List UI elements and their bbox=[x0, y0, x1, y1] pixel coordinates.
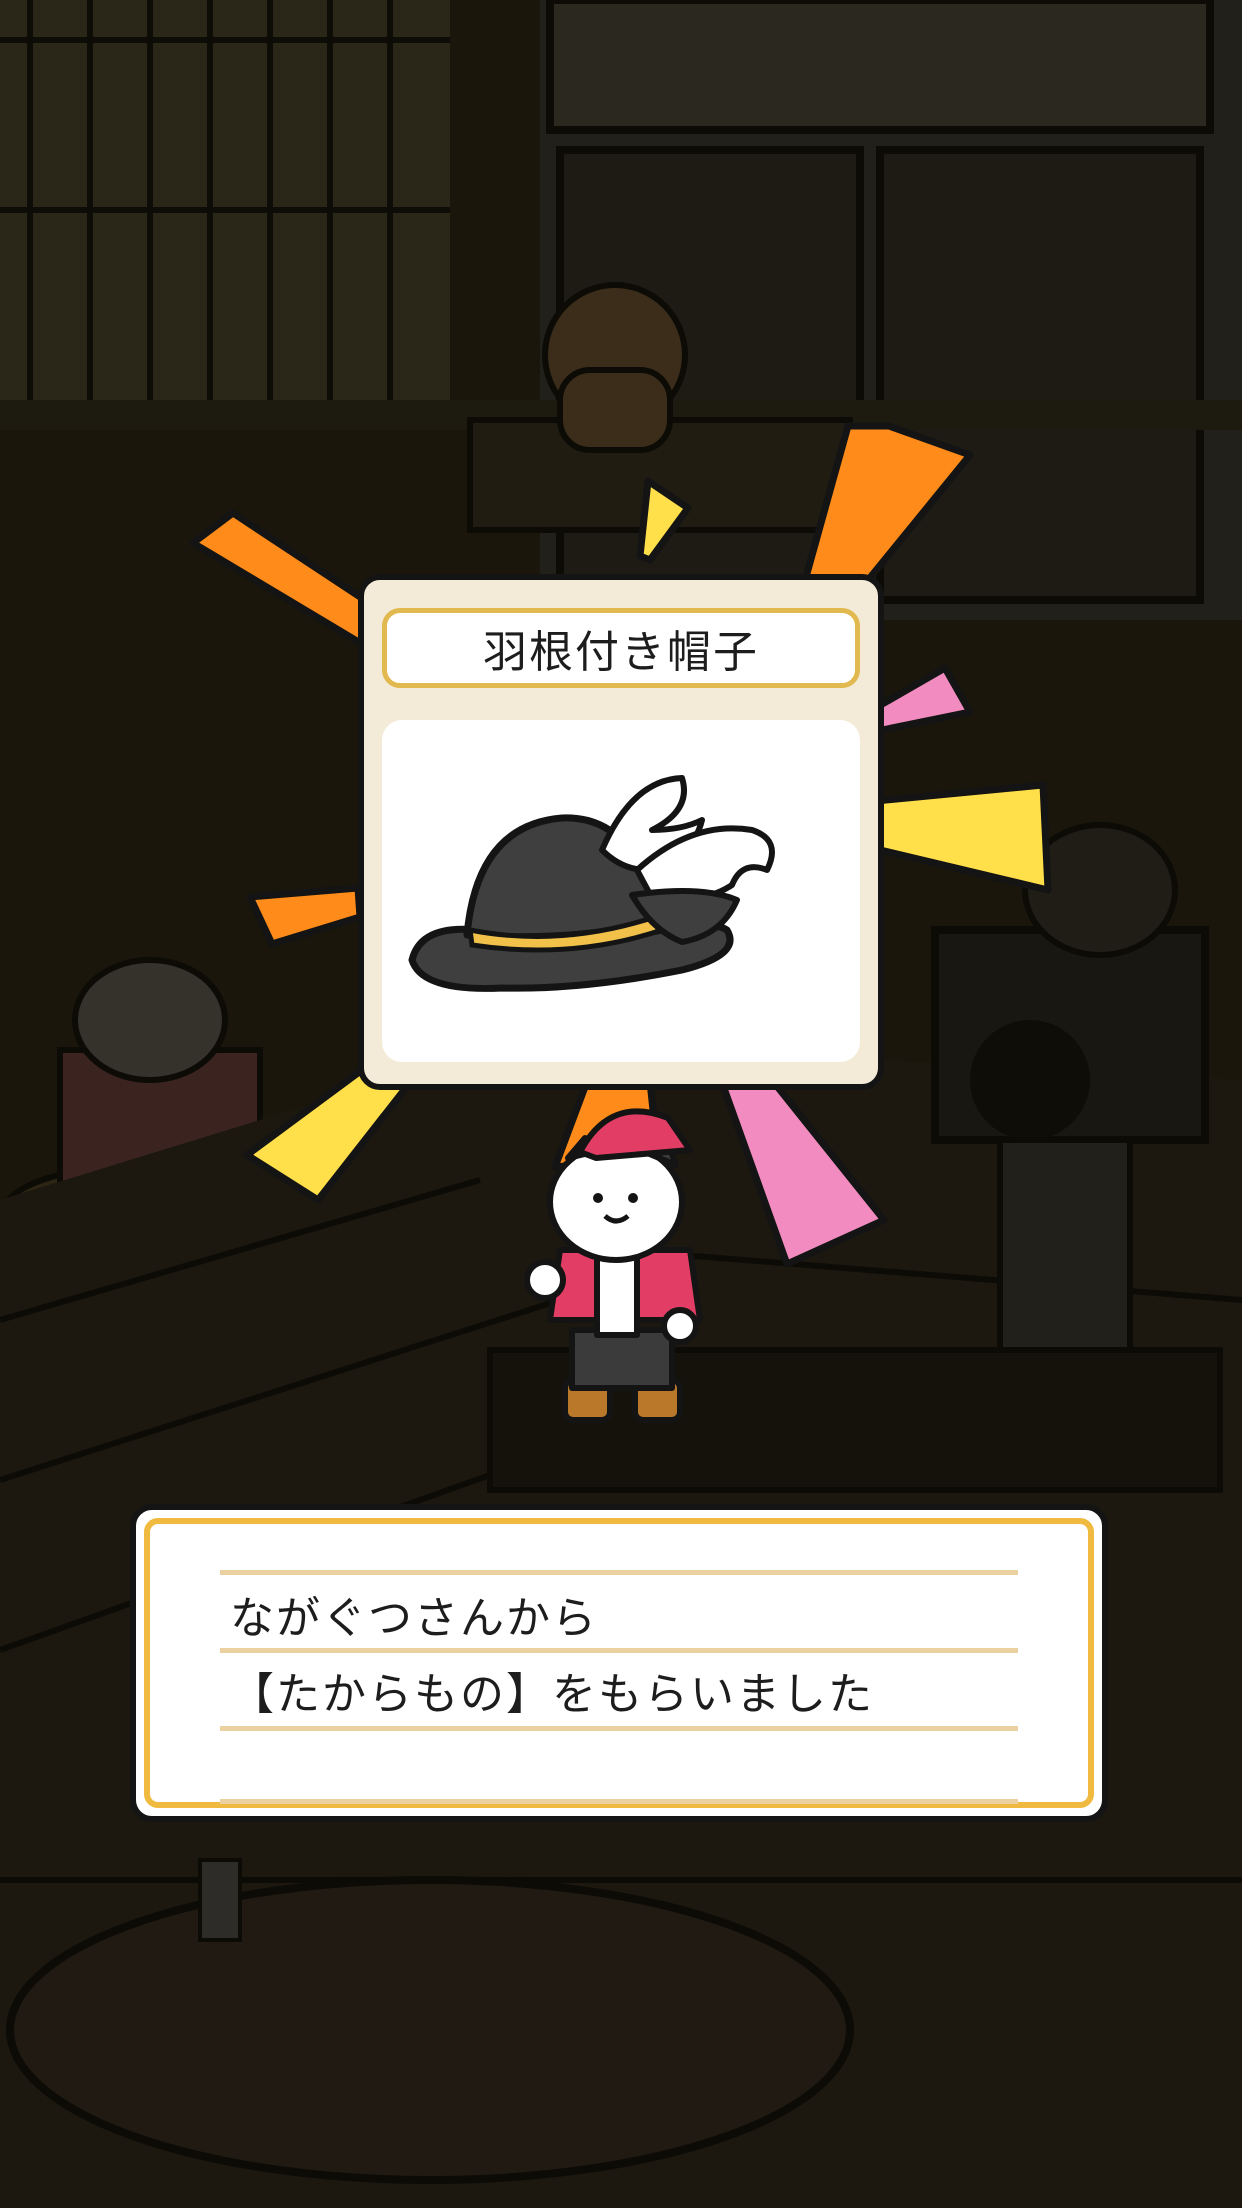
item-image-frame bbox=[382, 720, 860, 1062]
cat-character-nagagutsu[interactable] bbox=[0, 0, 1242, 2208]
game-screen[interactable]: 羽根付き帽子 ながぐつさんから 【たからもの】をもらいました bbox=[0, 0, 1242, 2208]
message-dialog[interactable]: ながぐつさんから 【たからもの】をもらいました bbox=[130, 1504, 1108, 1822]
message-line-1: ながぐつさんから bbox=[230, 1593, 598, 1644]
message-line-2: 【たからもの】をもらいました bbox=[230, 1669, 874, 1720]
message-dialog-inner: ながぐつさんから 【たからもの】をもらいました bbox=[144, 1518, 1094, 1808]
feathered-hat-icon bbox=[408, 775, 775, 992]
ruled-line bbox=[220, 1726, 1018, 1731]
ruled-line bbox=[220, 1648, 1018, 1653]
item-name-banner: 羽根付き帽子 bbox=[382, 608, 860, 688]
reward-item-card[interactable]: 羽根付き帽子 bbox=[358, 574, 884, 1090]
item-name: 羽根付き帽子 bbox=[483, 627, 759, 678]
ruled-line bbox=[220, 1570, 1018, 1575]
ruled-line bbox=[220, 1799, 1018, 1804]
